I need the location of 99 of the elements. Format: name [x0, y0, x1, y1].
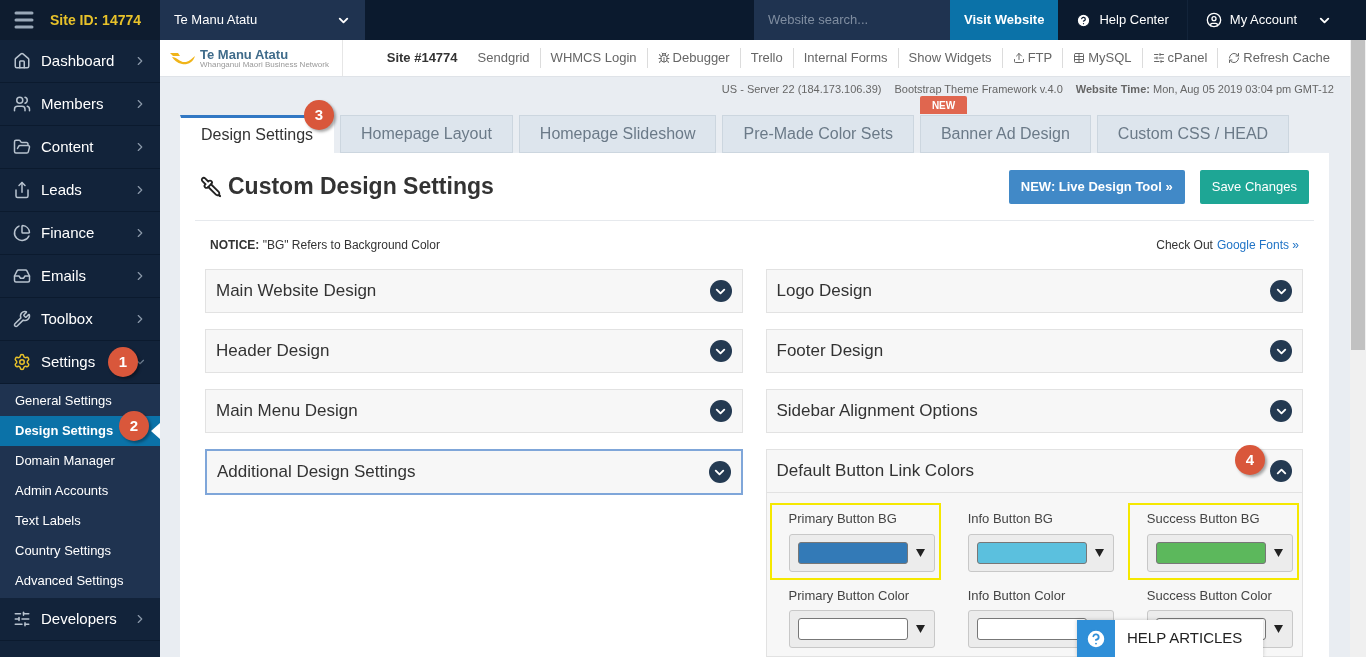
field-label: Success Button Color — [1146, 586, 1273, 605]
toolbar-link[interactable]: cPanel — [1141, 48, 1218, 68]
tab[interactable]: Banner Ad Design — [919, 115, 1091, 153]
dropdown-arrow-icon — [1273, 625, 1283, 633]
field-label: Info Button BG — [967, 510, 1054, 528]
site-number: Site #14774 — [386, 49, 458, 68]
google-fonts-link[interactable]: Google Fonts » — [1216, 236, 1299, 254]
submenu-item[interactable]: Admin Accounts — [0, 476, 160, 506]
bug-icon — [657, 52, 670, 65]
search-field[interactable]: Website search... — [754, 0, 950, 40]
fonts-text: Check Out — [1156, 237, 1213, 254]
panel-title[interactable]: Default Button Link Colors — [776, 458, 974, 484]
live-design-tool-button[interactable]: NEW: Live Design Tool » — [1008, 169, 1185, 204]
gear-icon — [13, 353, 31, 371]
color-picker[interactable] — [967, 533, 1114, 572]
folder-icon — [13, 138, 31, 156]
toolbar-link[interactable]: WHMCS Login — [539, 48, 647, 68]
toolbar-link[interactable]: Sendgrid — [467, 48, 540, 68]
chevron-icon[interactable] — [708, 461, 731, 483]
toolbar-link[interactable]: Debugger — [646, 48, 740, 68]
step-marker: 2 — [119, 411, 149, 441]
chevron-icon[interactable] — [1270, 400, 1292, 422]
logo-tagline: Whanganui Maori Business Network — [200, 60, 329, 69]
tab[interactable]: Homepage Slideshow — [518, 115, 717, 153]
inbox-icon — [13, 267, 31, 285]
dropdown-arrow-icon — [915, 625, 925, 633]
notice-text: NOTICE: "BG" Refers to Background Color — [210, 237, 440, 254]
sliders-icon — [13, 610, 31, 628]
color-picker[interactable] — [1146, 533, 1293, 572]
submenu-item[interactable]: Text Labels — [0, 506, 160, 536]
step-marker: 4 — [1235, 445, 1265, 475]
new-badge: NEW — [919, 96, 968, 114]
color-picker[interactable] — [788, 610, 935, 648]
home-icon — [13, 52, 31, 70]
chevron-icon[interactable] — [1270, 340, 1292, 362]
submenu-item[interactable]: Country Settings — [0, 536, 160, 566]
sidebar-item[interactable]: Emails — [0, 255, 160, 298]
chevron-icon[interactable] — [1270, 280, 1292, 302]
panel-title[interactable]: Footer Design — [776, 338, 884, 364]
tab[interactable]: Pre-Made Color Sets — [722, 115, 914, 153]
site-selector[interactable]: Te Manu Atatu — [160, 0, 365, 40]
step-marker: 1 — [108, 347, 138, 377]
field-label: Info Button Color — [967, 586, 1067, 605]
toolbar-link[interactable]: Show Widgets — [897, 48, 1002, 68]
chevron-icon[interactable] — [709, 280, 732, 302]
eyedropper-icon — [200, 175, 222, 198]
dropdown-arrow-icon — [1273, 548, 1283, 557]
help-icon — [1076, 12, 1092, 28]
toolbar-link[interactable]: FTP — [1001, 48, 1063, 68]
page-title: Custom Design Settings — [228, 172, 494, 202]
dropdown-arrow-icon — [1094, 548, 1104, 557]
help-icon — [1085, 627, 1107, 650]
sidebar-item[interactable]: Members — [0, 83, 160, 126]
visit-website-button[interactable]: Visit Website — [950, 0, 1059, 40]
table-icon — [1073, 52, 1086, 65]
field-label: Success Button BG — [1146, 510, 1261, 528]
site-id: Site ID: 14774 — [50, 10, 142, 30]
field-label: Primary Button BG — [788, 510, 898, 528]
chevron-icon[interactable] — [709, 340, 732, 362]
tab[interactable]: Custom CSS / HEAD — [1096, 115, 1290, 153]
toolbar-link[interactable]: Refresh Cache — [1217, 48, 1340, 68]
chevron-icon[interactable] — [1270, 460, 1292, 482]
dropdown-arrow-icon — [915, 548, 925, 557]
toolbar-link[interactable]: MySQL — [1062, 48, 1142, 68]
refresh-icon — [1228, 52, 1241, 65]
sidebar-item[interactable]: Finance — [0, 212, 160, 255]
panel-title[interactable]: Additional Design Settings — [217, 459, 416, 485]
color-picker[interactable] — [788, 533, 935, 572]
field-label: Primary Button Color — [788, 586, 911, 605]
users-icon — [13, 95, 31, 113]
website-time: Website Time: Mon, Aug 05 2019 03:04 pm GMT-12 — [1075, 81, 1334, 97]
share-icon — [13, 181, 31, 199]
pie-chart-icon — [13, 224, 31, 242]
user-icon — [1205, 12, 1222, 28]
tab[interactable]: Homepage Layout — [340, 115, 513, 153]
panel-title[interactable]: Header Design — [216, 338, 330, 364]
sidebar-item[interactable]: Developers — [0, 598, 160, 641]
sliders-icon — [1152, 52, 1165, 65]
panel-title[interactable]: Main Menu Design — [216, 398, 358, 424]
framework-info: Bootstrap Theme Framework v.4.0 — [894, 81, 1063, 97]
bird-logo-icon — [170, 51, 196, 66]
sidebar-item[interactable]: Leads — [0, 169, 160, 212]
step-marker: 3 — [304, 100, 334, 130]
sidebar-item[interactable]: Content — [0, 126, 160, 169]
pointer-icon — [151, 423, 160, 439]
chevron-icon[interactable] — [709, 400, 732, 422]
logo-name: Te Manu Atatu — [200, 47, 290, 61]
toolbar-link[interactable]: Trello — [739, 48, 793, 68]
submenu-item[interactable]: Domain Manager — [0, 446, 160, 476]
sidebar-item[interactable]: Toolbox — [0, 298, 160, 341]
toolbar-link[interactable]: Internal Forms — [792, 48, 898, 68]
panel-title[interactable]: Main Website Design — [216, 278, 377, 304]
upload-icon — [1012, 52, 1025, 65]
panel-title[interactable]: Logo Design — [776, 278, 872, 304]
wrench-icon — [13, 310, 31, 328]
help-articles-toast[interactable]: HELP ARTICLES — [1077, 620, 1263, 657]
panel-title[interactable]: Sidebar Alignment Options — [776, 398, 978, 424]
submenu-item[interactable]: Advanced Settings — [0, 566, 160, 596]
server-info: US - Server 22 (184.173.106.39) — [721, 81, 882, 97]
